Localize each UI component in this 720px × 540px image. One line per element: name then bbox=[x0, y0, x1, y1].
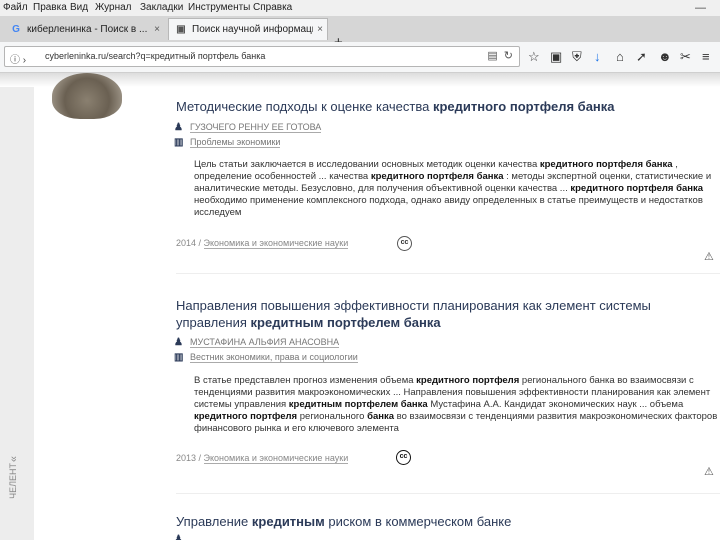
menu-view[interactable]: Вид bbox=[70, 2, 88, 13]
menu-edit[interactable]: Правка bbox=[33, 2, 67, 13]
result-footer: 2013 / Экономика и экономические науки bbox=[176, 453, 349, 464]
chevron-icon[interactable]: « bbox=[8, 456, 20, 462]
toolbar-icons: ☆ ▣ ⛨ ↓ ⌂ ➚ ☻ ✂ ≡ bbox=[528, 49, 718, 65]
tab-title: киберленинка - Поиск в ... bbox=[27, 23, 148, 35]
person-icon: ♟ bbox=[174, 337, 183, 348]
chat-icon[interactable]: ☻ bbox=[658, 49, 672, 64]
result-title[interactable]: Управление кредитным риском в коммерческ… bbox=[176, 513, 696, 530]
shield-icon[interactable]: ⛨ bbox=[572, 49, 582, 65]
site-icon: ▣ bbox=[176, 24, 186, 35]
result-journal[interactable]: ▥ Проблемы экономики bbox=[174, 137, 281, 148]
download-icon[interactable]: ↓ bbox=[594, 49, 601, 64]
navigation-bar: ⓘ › cyberleninka.ru/search?q=кредитный п… bbox=[0, 42, 720, 73]
result-category[interactable]: Экономика и экономические науки bbox=[203, 238, 349, 249]
menu-history[interactable]: Журнал bbox=[95, 2, 132, 13]
url-actions: ▤ ↻ bbox=[481, 49, 513, 62]
result-year: 2013 bbox=[176, 453, 197, 463]
send-icon[interactable]: ➚ bbox=[636, 49, 647, 65]
cc-license-icon: cc bbox=[396, 450, 411, 465]
warning-icon[interactable]: ⚠ bbox=[704, 250, 714, 263]
result-snippet: В статье представлен прогноз изменения о… bbox=[194, 375, 718, 434]
tab-strip: G киберленинка - Поиск в ... × ▣ Поиск н… bbox=[0, 16, 720, 51]
tab-cyberleninka[interactable]: ▣ Поиск научной информаци... × bbox=[168, 18, 328, 40]
menu-tools[interactable]: Инструменты bbox=[188, 2, 250, 13]
page-content: « ЧЕЛЕНТ Методические подходы к оценке к… bbox=[0, 73, 720, 540]
tab-search-google[interactable]: G киберленинка - Поиск в ... × bbox=[4, 18, 164, 40]
close-icon[interactable]: × bbox=[150, 24, 164, 35]
cc-license-icon: cc bbox=[397, 236, 412, 251]
google-icon: G bbox=[12, 23, 20, 35]
star-icon[interactable]: ☆ bbox=[528, 49, 540, 65]
book-icon: ▥ bbox=[174, 137, 184, 148]
reader-icon[interactable]: ▤ bbox=[487, 50, 497, 62]
result-category[interactable]: Экономика и экономические науки bbox=[203, 453, 349, 464]
minimize-button[interactable]: — bbox=[695, 2, 706, 14]
side-tab-label[interactable]: ЧЕЛЕНТ bbox=[8, 463, 26, 499]
menu-icon[interactable]: ≡ bbox=[702, 49, 710, 64]
book-icon: ▥ bbox=[174, 352, 184, 363]
tab-title: Поиск научной информаци... bbox=[192, 24, 313, 35]
result-title[interactable]: Направления повышения эффективности план… bbox=[176, 297, 696, 331]
result-journal[interactable]: ▥ Вестник экономики, права и социологии bbox=[174, 352, 358, 363]
divider bbox=[176, 273, 720, 274]
close-icon[interactable]: × bbox=[313, 24, 327, 35]
result-snippet: Цель статьи заключается в исследовании о… bbox=[194, 159, 712, 218]
library-icon[interactable]: ▣ bbox=[550, 49, 562, 65]
result-title[interactable]: Методические подходы к оценке качества к… bbox=[176, 98, 696, 115]
result-footer: 2014 / Экономика и экономические науки bbox=[176, 238, 349, 249]
result-author[interactable]: ♟ bbox=[174, 534, 190, 540]
menu-file[interactable]: Файл bbox=[3, 2, 28, 13]
reload-icon[interactable]: ↻ bbox=[504, 50, 513, 62]
person-icon: ♟ bbox=[174, 534, 183, 540]
url-text[interactable]: cyberleninka.ru/search?q=кредитный портф… bbox=[45, 51, 265, 61]
menu-help[interactable]: Справка bbox=[253, 2, 292, 13]
warning-icon[interactable]: ⚠ bbox=[704, 465, 714, 478]
menu-bar: Файл Правка Вид Журнал Закладки Инструме… bbox=[0, 0, 720, 16]
hedgehog-logo bbox=[52, 73, 122, 119]
menu-bookmarks[interactable]: Закладки bbox=[140, 2, 183, 13]
result-author[interactable]: ♟ ГУЗОЧЕГО РЕННУ ЕЕ ГОТОВА bbox=[174, 122, 322, 133]
person-icon: ♟ bbox=[174, 122, 183, 133]
home-icon[interactable]: ⌂ bbox=[616, 49, 624, 64]
result-year: 2014 bbox=[176, 238, 197, 248]
result-author[interactable]: ♟ МУСТАФИНА АЛЬФИЯ АНАСОВНА bbox=[174, 337, 340, 348]
divider bbox=[176, 493, 720, 494]
screenshot-icon[interactable]: ✂ bbox=[680, 49, 691, 65]
url-bar[interactable]: ⓘ › cyberleninka.ru/search?q=кредитный п… bbox=[4, 46, 520, 67]
info-icon[interactable]: ⓘ › bbox=[10, 51, 26, 66]
